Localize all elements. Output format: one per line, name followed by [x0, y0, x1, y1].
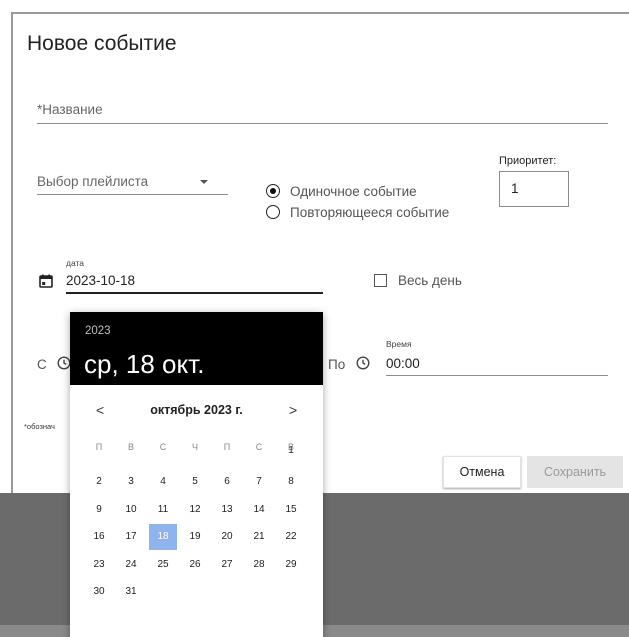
playlist-select-underline: [37, 194, 228, 195]
date-label: дата: [66, 258, 85, 268]
calendar-day[interactable]: 21: [245, 524, 273, 550]
to-time-input[interactable]: 00:00: [386, 356, 420, 371]
calendar-day[interactable]: 22: [277, 524, 305, 550]
calendar-day-selected[interactable]: 18: [149, 524, 177, 550]
calendar-day[interactable]: 10: [117, 497, 145, 523]
weekday-header: С: [255, 442, 263, 452]
calendar-day[interactable]: 30: [85, 579, 113, 605]
calendar-day[interactable]: 7: [245, 469, 273, 495]
all-day-label[interactable]: Весь день: [398, 273, 462, 288]
to-time-label: По: [328, 357, 346, 372]
calendar-day[interactable]: 26: [181, 552, 209, 578]
cancel-button[interactable]: Отмена: [443, 456, 521, 488]
weekday-header: В: [127, 442, 134, 452]
date-picker-header: 2023 ср, 18 окт.: [70, 312, 323, 385]
next-month-button[interactable]: >: [289, 402, 297, 418]
radio-repeat-event-label[interactable]: Повторяющееся событие: [290, 205, 449, 220]
all-day-checkbox[interactable]: [374, 274, 387, 287]
to-time-caption: Время: [386, 339, 412, 349]
calendar-day[interactable]: 24: [117, 552, 145, 578]
radio-single-event-label[interactable]: Одиночное событие: [290, 184, 417, 199]
calendar-day[interactable]: 23: [85, 552, 113, 578]
calendar-day[interactable]: 15: [277, 497, 305, 523]
calendar-day[interactable]: 27: [213, 552, 241, 578]
required-footnote: *обознач: [24, 422, 55, 431]
calendar-day[interactable]: 12: [181, 497, 209, 523]
date-picker-selected-date: ср, 18 окт.: [84, 349, 205, 379]
calendar-day[interactable]: 25: [149, 552, 177, 578]
calendar-day[interactable]: 4: [149, 469, 177, 495]
calendar-icon[interactable]: [39, 274, 53, 288]
dialog-title: Новое событие: [27, 32, 177, 55]
name-input[interactable]: *Название: [37, 102, 103, 117]
playlist-select[interactable]: Выбор плейлиста: [37, 174, 148, 189]
calendar-day[interactable]: 20: [213, 524, 241, 550]
date-picker-popup: 2023 ср, 18 окт. < октябрь 2023 г. > ПВС…: [70, 312, 323, 637]
calendar-day[interactable]: 31: [117, 579, 145, 605]
date-input[interactable]: 2023-10-18: [66, 273, 135, 288]
calendar-day[interactable]: 2: [85, 469, 113, 495]
calendar-day[interactable]: 19: [181, 524, 209, 550]
calendar-day[interactable]: 17: [117, 524, 145, 550]
clock-icon[interactable]: [356, 356, 370, 370]
from-time-label: С: [37, 357, 47, 372]
priority-label: Приоритет:: [499, 155, 557, 167]
calendar-day[interactable]: 3: [117, 469, 145, 495]
weekday-header: П: [95, 442, 103, 452]
calendar-day[interactable]: 28: [245, 552, 273, 578]
save-button[interactable]: Сохранить: [527, 456, 623, 488]
calendar-day[interactable]: 29: [277, 552, 305, 578]
calendar-day[interactable]: 5: [181, 469, 209, 495]
date-picker-year[interactable]: 2023: [85, 325, 111, 337]
calendar-day[interactable]: 9: [85, 497, 113, 523]
priority-input[interactable]: 1: [499, 171, 569, 207]
clock-icon[interactable]: [57, 356, 71, 370]
calendar-day[interactable]: 11: [149, 497, 177, 523]
calendar-day[interactable]: 14: [245, 497, 273, 523]
radio-repeat-event[interactable]: [266, 205, 280, 219]
calendar-day[interactable]: 8: [277, 469, 305, 495]
calendar-day[interactable]: 1: [277, 438, 305, 464]
calendar-day[interactable]: 16: [85, 524, 113, 550]
calendar-day[interactable]: 6: [213, 469, 241, 495]
weekday-header: С: [159, 442, 167, 452]
date-picker-month-title: октябрь 2023 г.: [150, 403, 243, 417]
calendar-day[interactable]: 13: [213, 497, 241, 523]
to-time-underline: [386, 375, 608, 376]
chevron-down-icon[interactable]: [200, 180, 208, 184]
radio-single-event[interactable]: [266, 184, 280, 198]
weekday-header: Ч: [192, 442, 198, 452]
date-input-underline: [66, 292, 323, 294]
name-input-underline: [37, 123, 608, 124]
weekday-header: П: [223, 442, 231, 452]
